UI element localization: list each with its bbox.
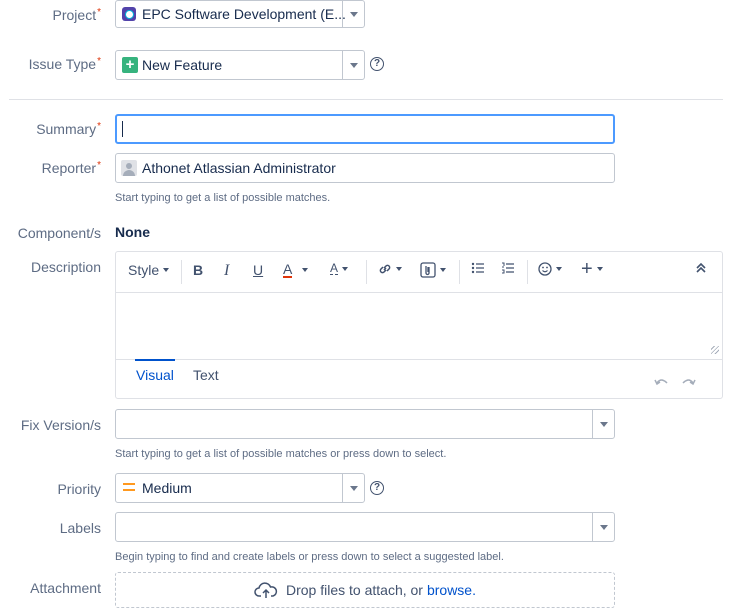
project-select[interactable]: EPC Software Development (E...: [115, 0, 365, 28]
help-icon[interactable]: ?: [370, 481, 384, 495]
components-value: None: [115, 224, 150, 240]
emoji-button[interactable]: [538, 262, 562, 276]
attachment-label: Attachment: [30, 580, 101, 596]
bullet-list-button[interactable]: [471, 262, 485, 274]
editor-tabs-divider: [116, 359, 722, 360]
issue-type-value: New Feature: [142, 57, 223, 73]
project-avatar-icon: [122, 7, 136, 21]
undo-icon[interactable]: [654, 374, 668, 390]
toolbar-separator: [527, 260, 528, 284]
bullet-list-icon: [471, 262, 484, 274]
redo-icon[interactable]: [682, 374, 696, 390]
priority-label: Priority: [57, 481, 101, 497]
insert-more-button[interactable]: +: [581, 259, 603, 279]
chevron-down-icon: [396, 267, 402, 271]
link-button[interactable]: [378, 262, 402, 276]
priority-value: Medium: [142, 480, 192, 496]
issue-type-select[interactable]: + New Feature: [115, 50, 365, 80]
style-dropdown[interactable]: Style: [128, 262, 170, 278]
reporter-value: Athonet Atlassian Administrator: [142, 160, 336, 176]
tab-visual[interactable]: Visual: [135, 359, 175, 392]
tab-text[interactable]: Text: [193, 361, 219, 389]
collapse-toolbar-button[interactable]: [696, 262, 706, 274]
double-chevron-up-icon: [696, 262, 706, 273]
resize-handle-icon[interactable]: [711, 346, 719, 354]
toolbar-separator: [366, 260, 367, 284]
reporter-field[interactable]: Athonet Atlassian Administrator: [115, 153, 615, 183]
labels-label: Labels: [59, 520, 101, 536]
attachment-button[interactable]: [420, 262, 446, 278]
text-cursor: [122, 121, 123, 137]
italic-button[interactable]: I: [224, 262, 229, 280]
fix-versions-label: Fix Version/s: [20, 417, 101, 433]
chevron-down-icon[interactable]: [342, 474, 364, 502]
reporter-label: Reporter*: [41, 160, 101, 176]
priority-medium-icon: [123, 483, 135, 492]
chevron-down-icon[interactable]: [342, 1, 364, 27]
attachment-dropzone[interactable]: Drop files to attach, or browse.: [115, 572, 615, 608]
summary-input[interactable]: [115, 114, 615, 144]
attachment-drop-text: Drop files to attach, or: [286, 582, 423, 598]
underline-button[interactable]: U: [253, 262, 263, 278]
bold-button[interactable]: B: [193, 262, 203, 278]
toolbar-separator: [181, 260, 182, 284]
labels-input[interactable]: [115, 512, 615, 542]
description-label: Description: [30, 259, 101, 275]
help-icon[interactable]: ?: [370, 57, 384, 71]
reporter-hint: Start typing to get a list of possible m…: [115, 192, 331, 204]
divider: [9, 99, 723, 100]
more-formatting-button[interactable]: A: [330, 262, 349, 275]
new-feature-icon: +: [122, 57, 138, 73]
chevron-down-icon: [556, 267, 562, 271]
chevron-down-icon: [342, 266, 349, 271]
priority-select[interactable]: Medium: [115, 473, 365, 503]
editor-area[interactable]: [116, 293, 722, 359]
emoji-icon: [538, 262, 552, 276]
chevron-down-icon[interactable]: [342, 51, 364, 79]
chevron-down-icon[interactable]: [592, 513, 614, 541]
avatar: [121, 160, 137, 176]
browse-link[interactable]: browse.: [427, 582, 476, 598]
toolbar-separator: [459, 260, 460, 284]
summary-label: Summary*: [36, 121, 101, 137]
link-icon: [379, 264, 391, 274]
text-color-button[interactable]: A: [283, 262, 309, 278]
cloud-upload-icon: [254, 582, 278, 598]
issue-type-label: Issue Type*: [28, 56, 101, 72]
components-label: Component/s: [17, 225, 101, 241]
paperclip-icon: [420, 262, 436, 278]
chevron-down-icon: [302, 268, 309, 272]
numbered-list-icon: [502, 262, 514, 274]
chevron-down-icon: [596, 267, 603, 271]
project-label: Project*: [52, 7, 101, 23]
labels-hint: Begin typing to find and create labels o…: [115, 551, 504, 563]
chevron-down-icon: [163, 268, 170, 272]
chevron-down-icon: [440, 268, 446, 272]
chevron-down-icon[interactable]: [592, 410, 614, 438]
fix-versions-hint: Start typing to get a list of possible m…: [115, 448, 447, 460]
numbered-list-button[interactable]: [501, 262, 515, 274]
project-value: EPC Software Development (E...: [142, 6, 346, 22]
fix-versions-input[interactable]: [115, 409, 615, 439]
